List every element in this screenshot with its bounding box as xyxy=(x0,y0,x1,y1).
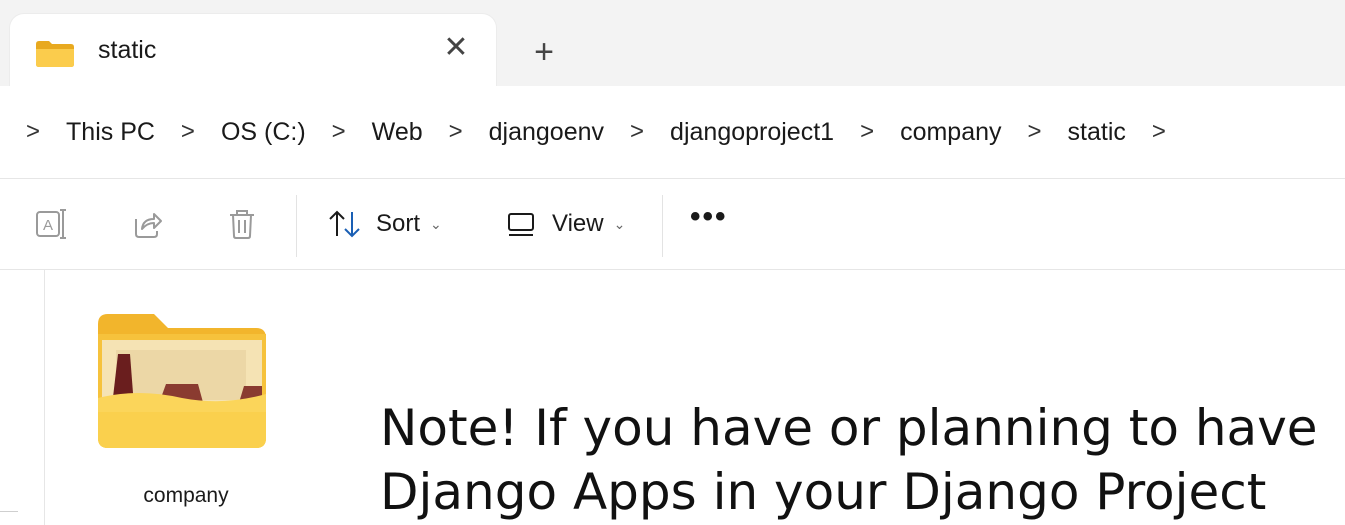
tab-title: static xyxy=(98,36,157,64)
breadcrumb-item-djangoenv[interactable]: djangoenv xyxy=(489,118,604,147)
note-line-1: Note! If you have or planning to have xyxy=(380,399,1318,457)
breadcrumb-item-static[interactable]: static xyxy=(1068,118,1126,147)
sort-label: Sort xyxy=(376,210,421,237)
tab-strip: static ✕ + xyxy=(0,0,1345,86)
breadcrumb-item-this-pc[interactable]: This PC xyxy=(66,118,155,147)
svg-text:A: A xyxy=(43,217,53,234)
breadcrumb-chevron[interactable]: > xyxy=(604,118,670,146)
breadcrumb-chevron[interactable]: > xyxy=(834,118,900,146)
breadcrumb-item-djangoproject1[interactable]: djangoproject1 xyxy=(670,118,834,147)
chevron-down-icon: ⌄ xyxy=(613,215,626,232)
folder-name: company xyxy=(143,484,229,507)
delete-icon[interactable] xyxy=(225,207,259,241)
rename-icon[interactable]: A xyxy=(34,207,68,241)
breadcrumb-chevron[interactable]: > xyxy=(306,118,372,146)
tab-static[interactable]: static ✕ xyxy=(10,14,496,86)
view-label: View xyxy=(552,210,604,237)
toolbar-divider xyxy=(296,195,297,257)
breadcrumb-chevron[interactable]: > xyxy=(1126,118,1192,146)
new-tab-button[interactable]: + xyxy=(522,32,566,76)
open-folder-icon xyxy=(98,314,266,448)
folder-icon xyxy=(36,41,74,67)
breadcrumb-chevron[interactable]: > xyxy=(1002,118,1068,146)
breadcrumb-chevron[interactable]: > xyxy=(155,118,221,146)
sort-button[interactable]: Sort ⌄ xyxy=(328,203,442,245)
address-bar: > This PC > OS (C:) > Web > djangoenv > … xyxy=(0,86,1345,179)
navigation-pane-edge xyxy=(0,511,18,512)
toolbar-divider xyxy=(662,195,663,257)
more-options-button[interactable]: ••• xyxy=(690,202,734,237)
command-bar: A Sort ⌄ View ⌄ ••• xyxy=(0,179,1345,270)
view-icon xyxy=(508,213,534,236)
breadcrumb-item-company[interactable]: company xyxy=(900,118,1001,147)
share-icon[interactable] xyxy=(130,207,164,241)
breadcrumb: > This PC > OS (C:) > Web > djangoenv > … xyxy=(0,86,1192,178)
note-line-2: Django Apps in your Django Project xyxy=(380,463,1267,521)
view-button[interactable]: View ⌄ xyxy=(506,203,625,245)
note-text: Note! If you have or planning to have Dj… xyxy=(380,396,1345,524)
sort-icon xyxy=(329,210,360,238)
breadcrumb-item-os-c[interactable]: OS (C:) xyxy=(221,118,306,147)
close-tab-button[interactable]: ✕ xyxy=(436,28,476,68)
folder-item-company[interactable]: company xyxy=(86,300,286,525)
breadcrumb-chevron[interactable]: > xyxy=(0,118,66,146)
breadcrumb-item-web[interactable]: Web xyxy=(372,118,423,147)
breadcrumb-chevron[interactable]: > xyxy=(423,118,489,146)
navigation-pane-divider[interactable] xyxy=(44,270,45,525)
chevron-down-icon: ⌄ xyxy=(430,215,442,232)
